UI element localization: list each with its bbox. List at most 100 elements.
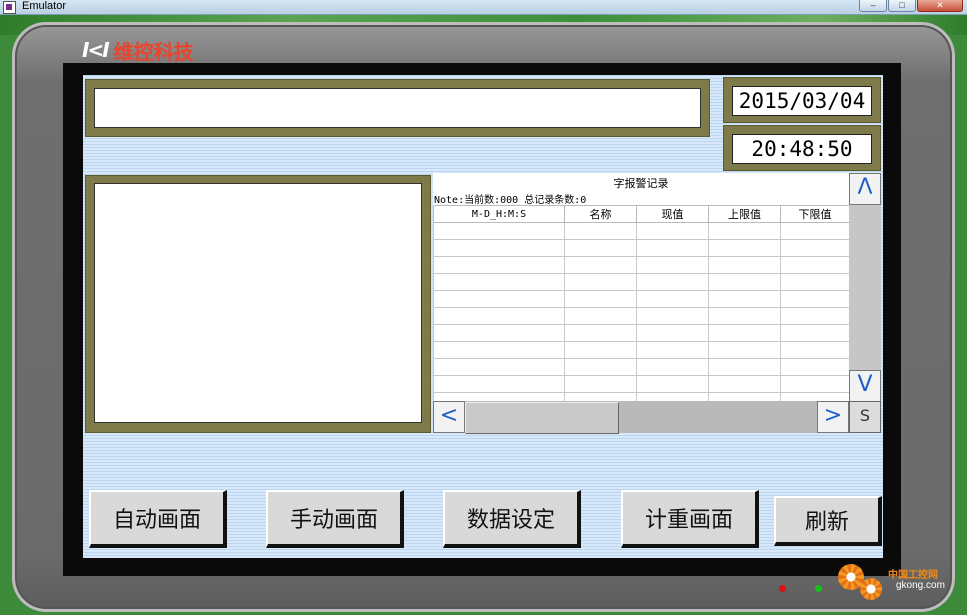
alarm-body xyxy=(433,222,850,410)
table-row[interactable] xyxy=(433,358,850,376)
maximize-button[interactable]: □ xyxy=(888,0,916,12)
date-panel: 2015/03/04 xyxy=(723,77,881,123)
table-cell xyxy=(780,273,850,291)
column-header-lower-limit[interactable]: 下限值 xyxy=(780,205,850,223)
chevron-up-icon: Λ xyxy=(857,175,873,200)
horizontal-scroll-thumb[interactable] xyxy=(465,402,619,434)
table-cell xyxy=(636,307,709,325)
app-icon xyxy=(3,1,16,14)
table-row[interactable] xyxy=(433,375,850,393)
minimize-button[interactable]: – xyxy=(859,0,887,12)
table-row[interactable] xyxy=(433,256,850,274)
run-led-icon xyxy=(815,585,822,592)
table-cell xyxy=(636,375,709,393)
table-cell xyxy=(433,239,565,257)
table-cell xyxy=(708,307,781,325)
table-cell xyxy=(708,341,781,359)
table-cell xyxy=(564,358,637,376)
window-title: Emulator xyxy=(22,0,67,12)
table-cell xyxy=(780,375,850,393)
alarm-record-table[interactable]: 字报警记录 Note:当前数:000 总记录条数:0 M-D_H:M:S 名称 … xyxy=(433,173,850,410)
table-row[interactable] xyxy=(433,290,850,308)
weighing-screen-button[interactable]: 计重画面 xyxy=(621,490,759,548)
watermark: 中国工控网 gkong.com xyxy=(838,560,958,610)
watermark-url: gkong.com xyxy=(896,580,945,591)
scroll-down-button[interactable]: V xyxy=(849,370,881,402)
table-cell xyxy=(433,307,565,325)
brand-name: 维控科技 xyxy=(113,39,194,64)
power-led-icon xyxy=(779,585,786,592)
scroll-up-button[interactable]: Λ xyxy=(849,173,881,205)
table-cell xyxy=(708,290,781,308)
scroll-left-button[interactable]: < xyxy=(433,401,465,433)
table-cell xyxy=(780,239,850,257)
manual-screen-button[interactable]: 手动画面 xyxy=(266,490,404,548)
auto-screen-button[interactable]: 自动画面 xyxy=(89,490,227,548)
column-header-name[interactable]: 名称 xyxy=(564,205,637,223)
table-row[interactable] xyxy=(433,239,850,257)
left-display xyxy=(94,183,422,423)
table-cell xyxy=(780,324,850,342)
table-cell xyxy=(564,324,637,342)
table-cell xyxy=(564,256,637,274)
scroll-right-button[interactable]: > xyxy=(817,401,849,433)
table-cell xyxy=(564,273,637,291)
table-cell xyxy=(433,273,565,291)
table-cell xyxy=(636,358,709,376)
message-panel xyxy=(85,79,710,137)
message-display xyxy=(94,88,701,128)
table-cell xyxy=(708,358,781,376)
brand: I<I 维控科技 xyxy=(82,38,194,64)
time-display: 20:48:50 xyxy=(732,134,872,164)
watermark-cn: 中国工控网 xyxy=(888,570,938,581)
alarm-vertical-scrollbar[interactable]: Λ V xyxy=(849,173,881,402)
table-cell xyxy=(433,290,565,308)
table-cell xyxy=(636,341,709,359)
table-cell xyxy=(636,256,709,274)
table-settings-button[interactable]: S xyxy=(849,401,881,433)
table-cell xyxy=(564,307,637,325)
time-panel: 20:48:50 xyxy=(723,125,881,171)
brand-logo-icon: I<I xyxy=(82,38,110,62)
table-cell xyxy=(780,341,850,359)
table-cell xyxy=(433,375,565,393)
table-row[interactable] xyxy=(433,222,850,240)
table-row[interactable] xyxy=(433,324,850,342)
table-cell xyxy=(564,375,637,393)
corner-icon: S xyxy=(859,406,871,425)
date-display: 2015/03/04 xyxy=(732,86,872,116)
alarm-title: 字报警记录 xyxy=(613,177,669,190)
table-cell xyxy=(780,358,850,376)
alarm-header-row: M-D_H:M:S 名称 现值 上限值 下限值 xyxy=(433,205,850,223)
chevron-right-icon: > xyxy=(823,403,843,428)
table-row[interactable] xyxy=(433,307,850,325)
table-cell xyxy=(433,256,565,274)
table-cell xyxy=(433,341,565,359)
table-cell xyxy=(780,307,850,325)
column-header-upper-limit[interactable]: 上限值 xyxy=(708,205,781,223)
table-cell xyxy=(433,324,565,342)
table-cell xyxy=(433,222,565,240)
table-cell xyxy=(636,290,709,308)
close-button[interactable]: ✕ xyxy=(917,0,963,12)
column-header-current[interactable]: 现值 xyxy=(636,205,709,223)
table-cell xyxy=(708,324,781,342)
chevron-left-icon: < xyxy=(439,403,459,428)
table-row[interactable] xyxy=(433,273,850,291)
table-row[interactable] xyxy=(433,341,850,359)
left-panel xyxy=(85,175,431,433)
alarm-note: Note:当前数:000 总记录条数:0 xyxy=(434,195,587,206)
window-titlebar[interactable]: Emulator – □ ✕ xyxy=(0,0,967,15)
table-cell xyxy=(636,324,709,342)
chevron-down-icon: V xyxy=(857,372,873,397)
column-header-time[interactable]: M-D_H:M:S xyxy=(433,205,565,223)
table-cell xyxy=(433,358,565,376)
data-setting-button[interactable]: 数据设定 xyxy=(443,490,581,548)
alarm-horizontal-scrollbar[interactable]: < > xyxy=(433,401,849,434)
table-cell xyxy=(780,256,850,274)
table-cell xyxy=(708,239,781,257)
refresh-button[interactable]: 刷新 xyxy=(774,496,882,546)
table-cell xyxy=(564,341,637,359)
table-cell xyxy=(780,222,850,240)
table-cell xyxy=(636,239,709,257)
